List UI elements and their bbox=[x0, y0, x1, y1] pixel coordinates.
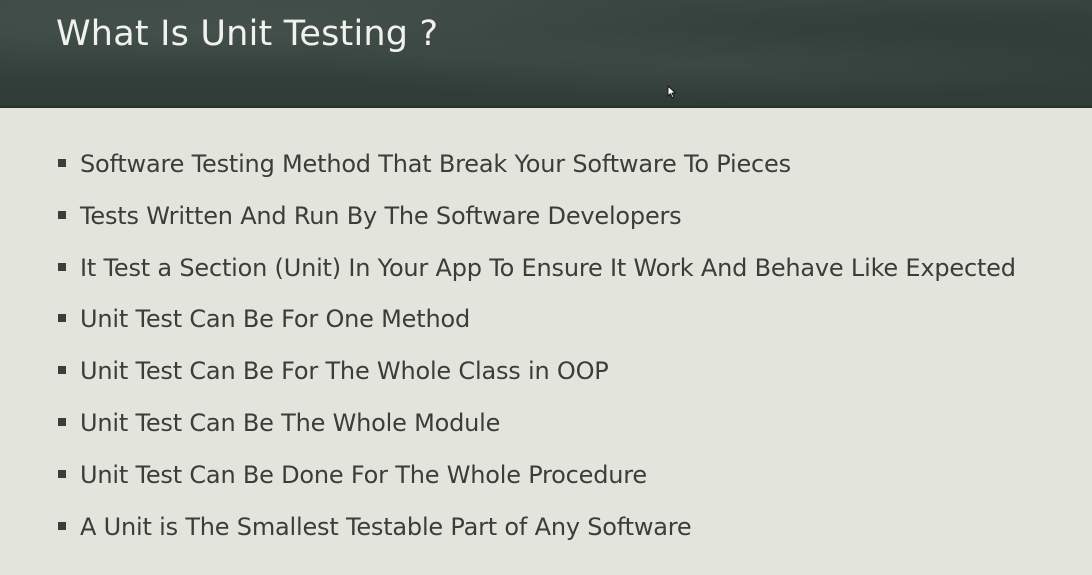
bullet-item: Software Testing Method That Break Your … bbox=[56, 144, 1016, 196]
square-bullet-icon bbox=[58, 521, 66, 530]
square-bullet-icon bbox=[58, 366, 66, 375]
bullet-text: It Test a Section (Unit) In Your App To … bbox=[80, 253, 1016, 282]
square-bullet-icon bbox=[58, 469, 66, 478]
bullet-text: Tests Written And Run By The Software De… bbox=[80, 201, 682, 230]
bullet-item: Unit Test Can Be Done For The Whole Proc… bbox=[56, 455, 1016, 507]
mouse-cursor-icon bbox=[667, 85, 676, 99]
bullet-text: Unit Test Can Be For The Whole Class in … bbox=[80, 357, 609, 386]
square-bullet-icon bbox=[58, 159, 66, 167]
bullet-item: Unit Test Can Be For One Method bbox=[56, 299, 1016, 351]
bullet-text: Unit Test Can Be For One Method bbox=[80, 305, 470, 334]
bullet-item: Tests Written And Run By The Software De… bbox=[56, 196, 1016, 248]
bullet-text: Unit Test Can Be Done For The Whole Proc… bbox=[80, 460, 647, 489]
bullet-text: Software Testing Method That Break Your … bbox=[80, 150, 791, 178]
bullet-item: Unit Test Can Be For The Whole Class in … bbox=[56, 351, 1016, 403]
square-bullet-icon bbox=[58, 314, 66, 323]
square-bullet-icon bbox=[58, 417, 66, 426]
bullet-text: A Unit is The Smallest Testable Part of … bbox=[80, 512, 692, 541]
square-bullet-icon bbox=[58, 210, 66, 219]
square-bullet-icon bbox=[58, 262, 66, 271]
bullet-item: A Unit is The Smallest Testable Part of … bbox=[56, 507, 1016, 559]
bullet-list: Software Testing Method That Break Your … bbox=[56, 144, 1016, 558]
presentation-slide: What Is Unit Testing ? Software Testing … bbox=[0, 0, 1092, 575]
slide-title: What Is Unit Testing ? bbox=[56, 14, 439, 54]
bullet-item: It Test a Section (Unit) In Your App To … bbox=[56, 248, 1016, 300]
bullet-text: Unit Test Can Be The Whole Module bbox=[80, 408, 501, 437]
bullet-item: Unit Test Can Be The Whole Module bbox=[56, 403, 1016, 455]
slide-header: What Is Unit Testing ? bbox=[0, 0, 1092, 108]
